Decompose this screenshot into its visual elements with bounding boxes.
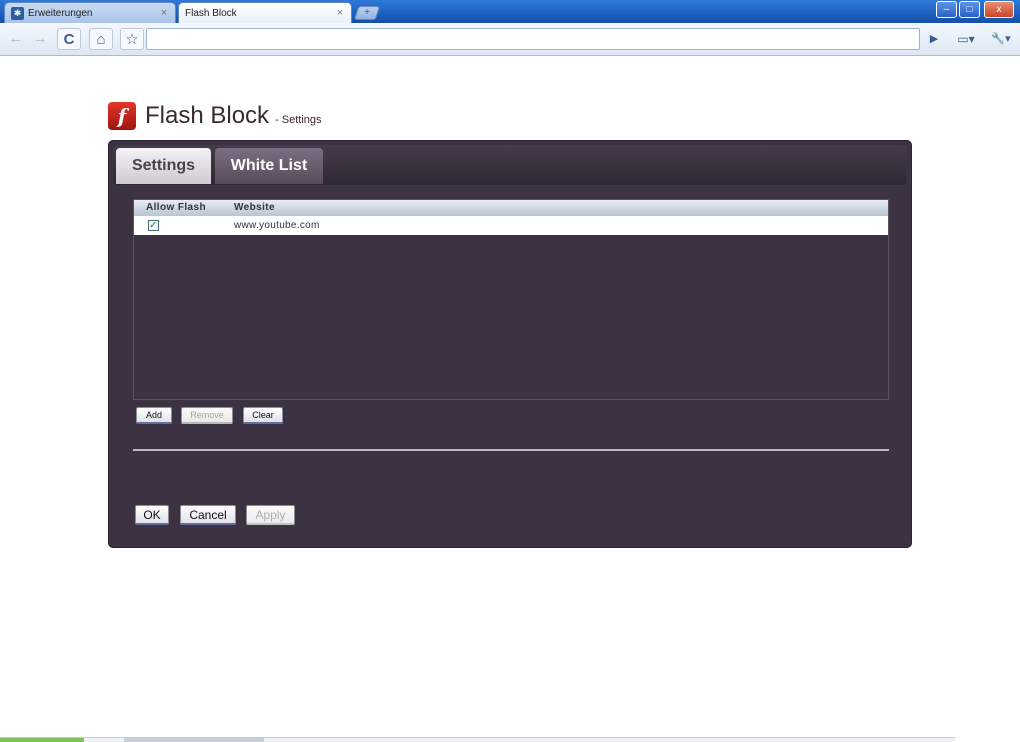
- new-tab-button[interactable]: +: [353, 6, 381, 20]
- bookmark-star-icon[interactable]: ☆: [120, 28, 144, 50]
- browser-tab-flash-block[interactable]: Flash Block ×: [178, 2, 352, 23]
- tab-settings[interactable]: Settings: [116, 148, 211, 184]
- column-header-website[interactable]: Website: [234, 200, 888, 216]
- plus-icon: +: [364, 7, 370, 18]
- address-bar[interactable]: [146, 28, 920, 50]
- tab-close-icon[interactable]: ×: [335, 7, 345, 19]
- column-header-allow-flash[interactable]: Allow Flash: [134, 200, 234, 216]
- ok-button[interactable]: OK: [135, 505, 169, 525]
- home-icon[interactable]: ⌂: [89, 28, 113, 50]
- tab-white-list[interactable]: White List: [215, 148, 323, 184]
- allow-flash-cell: ✓: [134, 220, 234, 231]
- settings-panel: Settings White List Allow Flash Website …: [108, 140, 912, 548]
- window-minimize-button[interactable]: –: [936, 1, 957, 18]
- puzzle-icon: ✱: [11, 6, 24, 20]
- cancel-button[interactable]: Cancel: [180, 505, 236, 525]
- page-title: Flash Block: [145, 102, 270, 129]
- go-arrow-icon[interactable]: ▶: [922, 28, 946, 50]
- tab-label: Flash Block: [185, 7, 237, 19]
- status-progress-segment: [0, 738, 84, 742]
- browser-titlebar: ✱ Erweiterungen × Flash Block × + – □ x: [0, 0, 1020, 23]
- flash-logo-icon: f: [108, 102, 136, 130]
- wrench-menu-icon[interactable]: 🔧▾: [986, 28, 1016, 50]
- back-arrow-icon[interactable]: ←: [4, 28, 28, 50]
- add-button[interactable]: Add: [136, 407, 172, 424]
- page-menu-icon[interactable]: ▭▾: [952, 28, 980, 50]
- panel-tab-bar: Settings White List: [113, 145, 907, 185]
- app-header: f Flash Block - Settings: [108, 100, 322, 130]
- table-header: Allow Flash Website: [134, 200, 888, 216]
- browser-tab-erweiterungen[interactable]: ✱ Erweiterungen ×: [4, 2, 176, 23]
- website-cell: www.youtube.com: [234, 220, 320, 231]
- table-row[interactable]: ✓ www.youtube.com: [134, 216, 888, 235]
- tab-close-icon[interactable]: ×: [159, 7, 169, 19]
- browser-toolbar: ← → C ⌂ ☆ ▶ ▭▾ 🔧▾: [0, 23, 1020, 56]
- section-divider: [133, 449, 889, 451]
- status-bar: [0, 737, 955, 742]
- clear-button[interactable]: Clear: [243, 407, 283, 424]
- reload-icon[interactable]: C: [57, 28, 81, 50]
- page-subtitle: - Settings: [275, 114, 322, 126]
- tab-label: Erweiterungen: [28, 7, 93, 19]
- forward-arrow-icon[interactable]: →: [28, 28, 52, 50]
- window-close-button[interactable]: x: [984, 1, 1014, 18]
- horizontal-scrollbar-thumb[interactable]: [124, 738, 264, 742]
- allow-flash-checkbox[interactable]: ✓: [148, 220, 159, 231]
- window-maximize-button[interactable]: □: [959, 1, 980, 18]
- remove-button[interactable]: Remove: [181, 407, 233, 424]
- apply-button[interactable]: Apply: [246, 505, 295, 525]
- whitelist-table: Allow Flash Website ✓ www.youtube.com: [133, 199, 889, 400]
